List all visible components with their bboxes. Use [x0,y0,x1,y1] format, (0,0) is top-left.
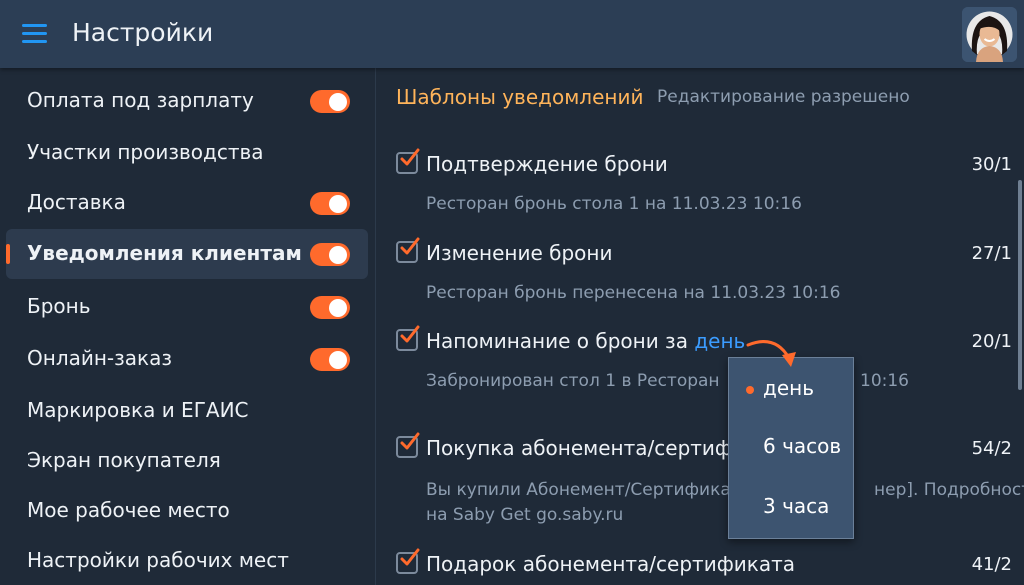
dropdown-option-3-hours[interactable]: 3 часа [763,494,829,518]
template-title-text: Напоминание о брони за [426,329,688,353]
checkmark-icon [400,548,420,566]
sidebar-item-label: Мое рабочее место [27,498,230,522]
template-checkbox[interactable] [396,548,420,574]
template-description-tail: нер]. Подробности [874,480,1024,500]
selected-dot-icon [746,386,754,394]
template-description-tail: 10:16 [860,371,909,391]
sidebar-item-marking-egais[interactable]: Маркировка и ЕГАИС [6,386,368,436]
checkmark-icon [400,432,420,450]
section-title: Шаблоны уведомлений [396,85,644,109]
salary-payment-toggle[interactable] [310,90,350,113]
sidebar-item-label: Онлайн-заказ [27,346,173,370]
template-title: Напоминание о брони за день [426,329,745,353]
booking-toggle[interactable] [310,296,350,319]
sidebar-item-customer-screen[interactable]: Экран покупателя [6,436,368,486]
scrollbar[interactable] [1018,180,1022,390]
template-count: 27/1 [971,243,1012,264]
template-description: Ресторан бронь перенесена на 11.03.23 10… [426,283,841,303]
sidebar-item-production-areas[interactable]: Участки производства [6,128,368,178]
section-subtitle: Редактирование разрешено [657,87,910,107]
checkmark-icon [400,325,420,343]
template-description: Вы купили Абонемент/Сертифика [426,480,731,500]
settings-sidebar: Оплата под зарплату Участки производства… [0,68,376,585]
online-order-toggle[interactable] [310,348,350,371]
client-notifications-toggle[interactable] [310,243,350,266]
dropdown-option-day[interactable]: день [763,376,814,400]
reminder-period-link[interactable]: день [694,329,745,353]
template-count: 54/2 [971,438,1012,459]
app-header: Настройки [0,0,1024,68]
template-title: Изменение брони [426,241,613,265]
template-checkbox[interactable] [396,237,420,263]
period-dropdown: день 6 часов 3 часа [728,357,854,539]
template-count: 30/1 [971,154,1012,175]
sidebar-item-booking[interactable]: Бронь [6,282,368,332]
template-title: Покупка абонемента/сертиф [426,436,733,460]
sidebar-item-client-notifications[interactable]: Уведомления клиентам [6,229,368,279]
page-title: Настройки [72,18,214,47]
template-checkbox[interactable] [396,148,420,174]
sidebar-item-label: Бронь [27,294,91,318]
template-title: Подарок абонемента/сертификата [426,552,796,576]
template-description: Забронирован стол 1 в Ресторан [426,371,720,391]
template-description: Ресторан бронь стола 1 на 11.03.23 10:16 [426,194,802,214]
template-checkbox[interactable] [396,325,420,351]
sidebar-item-label: Уведомления клиентам [27,241,302,265]
sidebar-item-salary-payment[interactable]: Оплата под зарплату [6,76,368,126]
sidebar-item-workplace-settings[interactable]: Настройки рабочих мест [6,536,368,585]
template-count: 41/2 [971,554,1012,575]
sidebar-item-delivery[interactable]: Доставка [6,178,368,228]
sidebar-item-online-order[interactable]: Онлайн-заказ [6,334,368,384]
sidebar-item-label: Оплата под зарплату [27,88,254,112]
checkmark-icon [400,237,420,255]
template-title: Подтверждение брони [426,152,668,176]
sidebar-item-label: Настройки рабочих мест [27,548,289,572]
template-description-line2: на Saby Get go.saby.ru [426,505,624,525]
sidebar-item-label: Экран покупателя [27,448,221,472]
dropdown-option-6-hours[interactable]: 6 часов [763,434,841,458]
templates-panel: Шаблоны уведомлений Редактирование разре… [377,68,1024,585]
sidebar-item-label: Участки производства [27,140,264,164]
template-count: 20/1 [971,331,1012,352]
template-checkbox[interactable] [396,432,420,458]
menu-icon[interactable] [22,24,47,44]
sidebar-item-my-workplace[interactable]: Мое рабочее место [6,486,368,536]
sidebar-item-label: Маркировка и ЕГАИС [27,398,249,422]
delivery-toggle[interactable] [310,192,350,215]
sidebar-item-label: Доставка [27,190,126,214]
user-avatar[interactable] [962,7,1017,62]
curved-arrow-icon [746,340,796,367]
checkmark-icon [400,148,420,166]
